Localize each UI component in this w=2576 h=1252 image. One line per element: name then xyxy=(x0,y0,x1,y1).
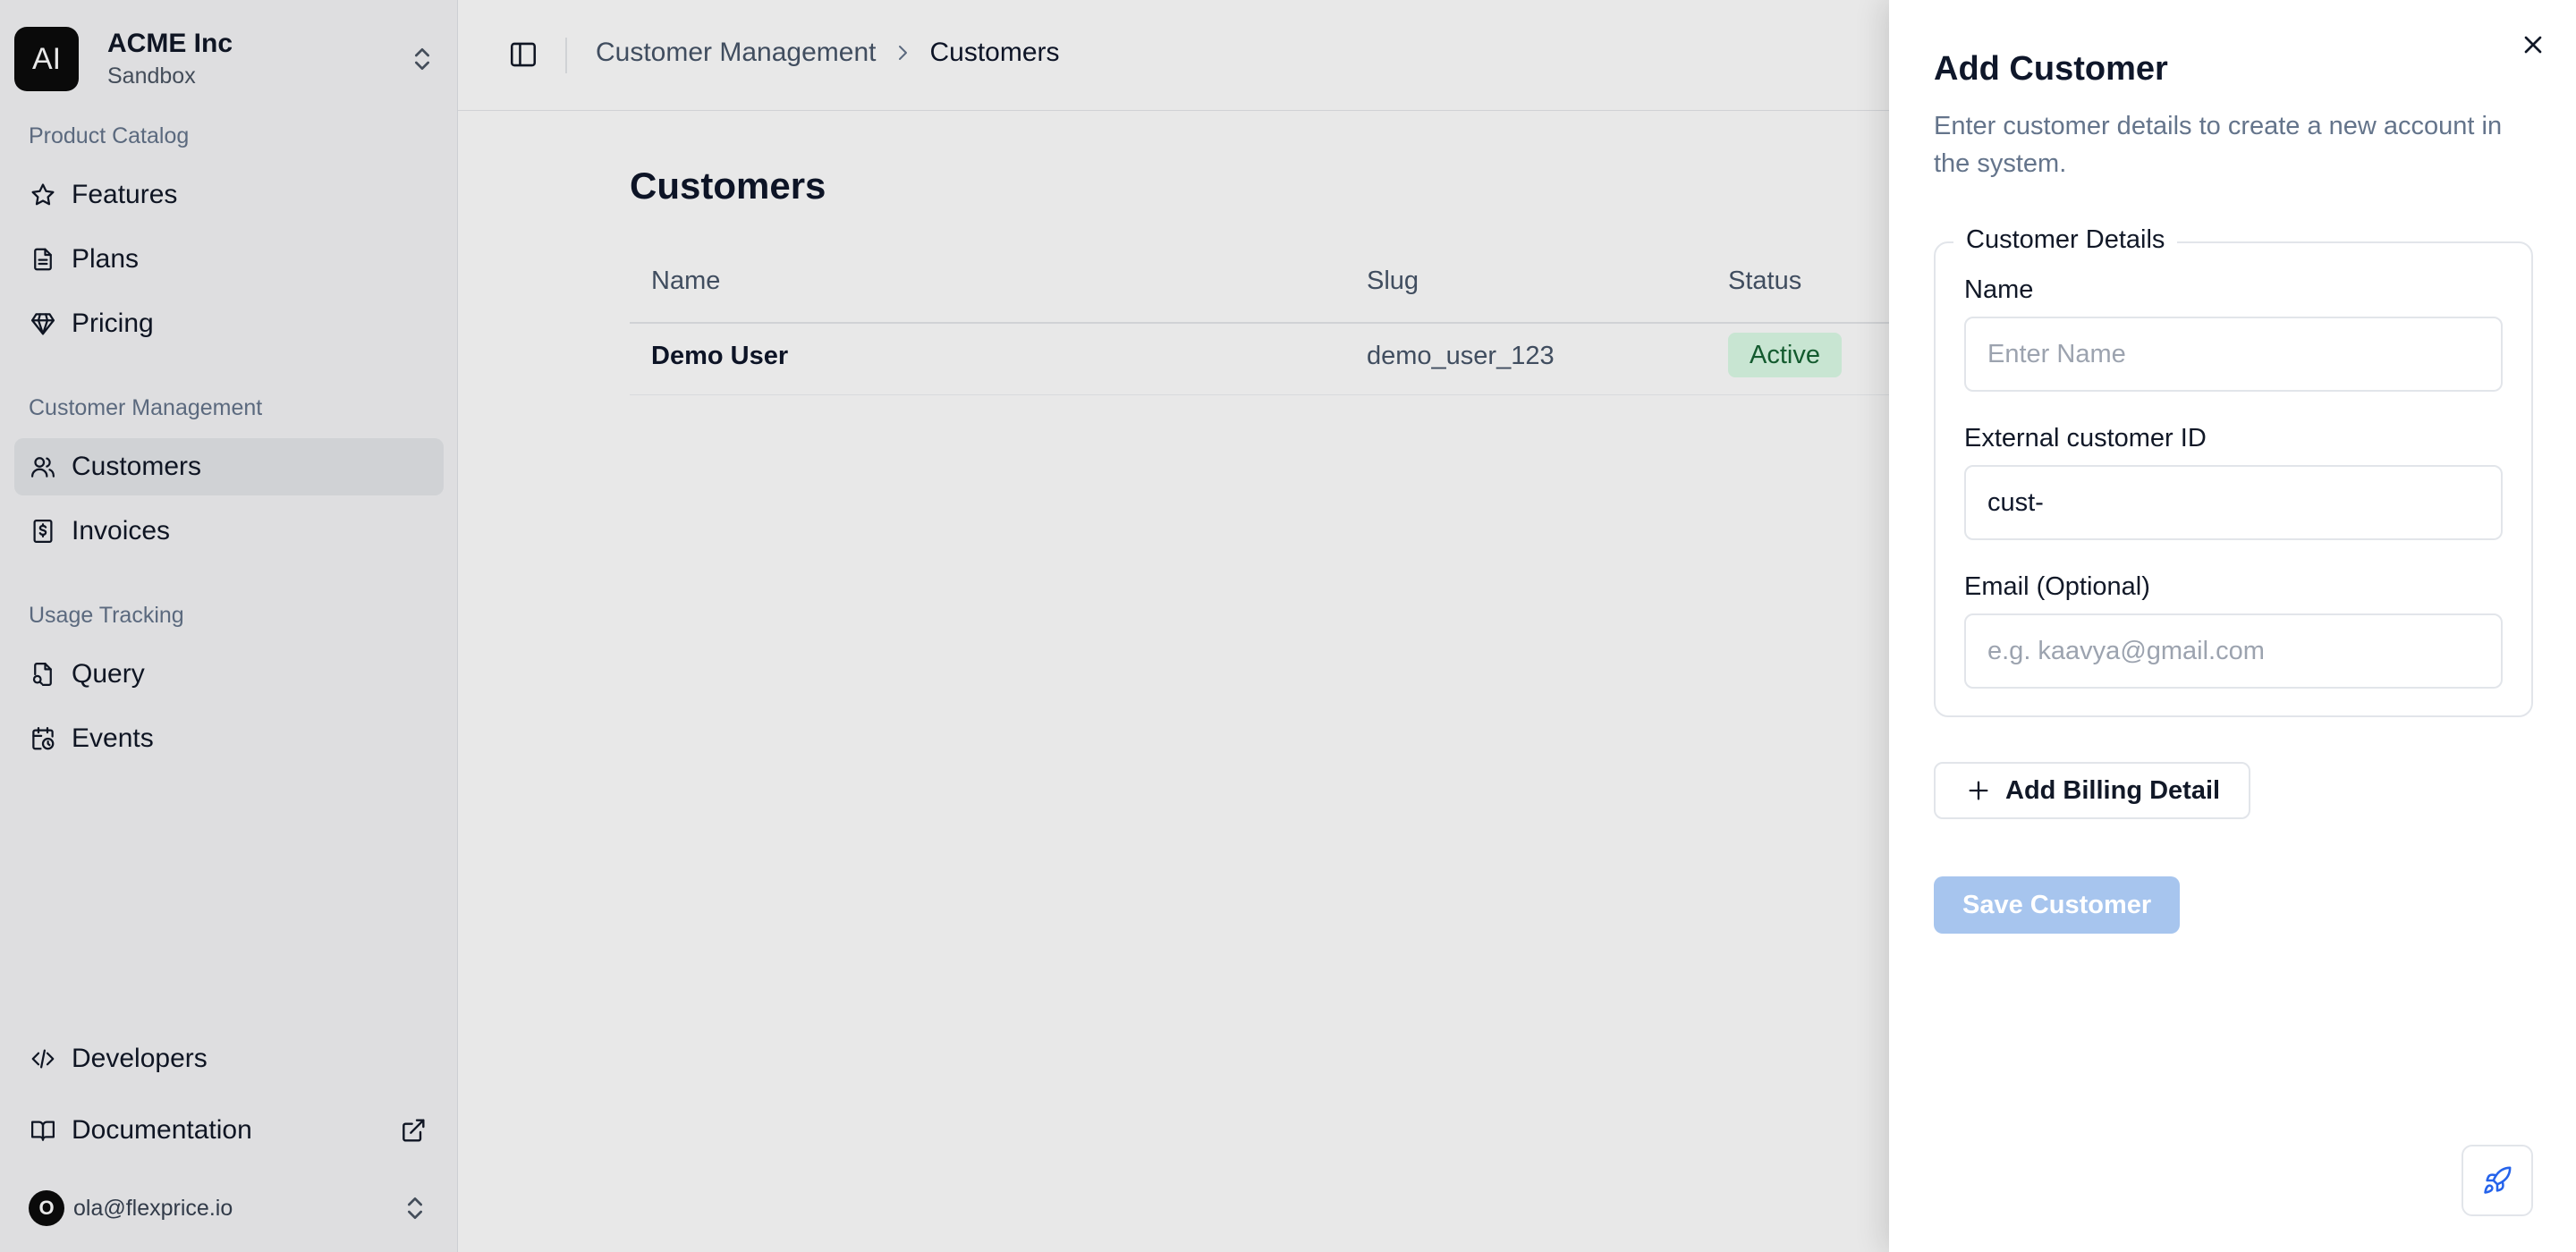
plus-icon xyxy=(1969,781,1988,800)
add-billing-detail-button[interactable]: Add Billing Detail xyxy=(1934,762,2251,819)
email-field[interactable] xyxy=(1964,613,2503,689)
name-label: Name xyxy=(1964,275,2034,304)
launch-button[interactable] xyxy=(2462,1145,2533,1216)
sheet-title: Add Customer xyxy=(1934,50,2168,88)
email-label: Email (Optional) xyxy=(1964,572,2150,601)
add-customer-sheet: Add Customer Enter customer details to c… xyxy=(1889,0,2576,1252)
sheet-description: Enter customer details to create a new a… xyxy=(1934,112,2503,178)
external-id-label: External customer ID xyxy=(1964,424,2207,453)
close-icon[interactable] xyxy=(2519,30,2547,59)
save-customer-button[interactable]: Save Customer xyxy=(1934,876,2181,934)
customer-details-fieldset: Customer Details Name External customer … xyxy=(1934,225,2533,717)
external-id-input[interactable] xyxy=(1964,465,2503,540)
app-root: AI ACME Inc Sandbox Product Catalog Feat… xyxy=(0,0,2576,1252)
add-billing-detail-label: Add Billing Detail xyxy=(2005,775,2221,805)
name-input[interactable] xyxy=(1964,317,2503,392)
fieldset-legend: Customer Details xyxy=(1953,225,2178,255)
rocket-icon xyxy=(2484,1166,2512,1194)
